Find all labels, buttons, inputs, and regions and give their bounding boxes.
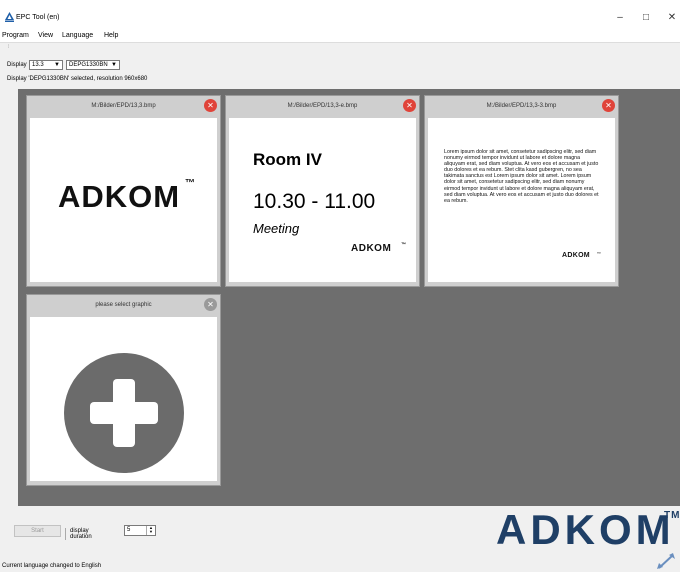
trademark-mark: ™ <box>185 178 196 189</box>
maximize-button[interactable]: □ <box>638 11 654 25</box>
toolbar-grip-icon[interactable]: ⁞ <box>8 44 9 50</box>
resize-grip-icon[interactable] <box>655 552 677 570</box>
duration-label: display duration <box>65 528 92 540</box>
display-status-text: Display 'DEPG1330BN' selected, resolutio… <box>7 76 148 82</box>
tile-preview: Room IV 10.30 - 11.00 Meeting ADKOM ™ <box>229 118 416 282</box>
tile-preview <box>30 317 217 481</box>
adkom-logo: ADKOM <box>58 179 181 214</box>
menu-bar: Program View Language Help <box>0 32 680 43</box>
menu-view[interactable]: View <box>38 32 53 39</box>
display-size-select[interactable]: 13.3 ▼ <box>29 60 63 70</box>
menu-language[interactable]: Language <box>62 32 93 39</box>
tile-path: M:/Bilder/EPD/13,3-3.bmp <box>486 103 557 109</box>
display-size-value: 13.3 <box>32 62 44 68</box>
status-message: Current language changed to English <box>2 563 102 569</box>
lorem-text: Lorem ipsum dolor sit amet, consetetur s… <box>444 149 599 204</box>
select-graphic-tile[interactable]: please select graphic ✕ <box>26 294 221 486</box>
remove-tile-icon[interactable]: ✕ <box>403 99 416 112</box>
start-button[interactable]: Start <box>14 525 61 537</box>
tile-preview: ADKOM ™ <box>30 118 217 282</box>
graphic-tile[interactable]: M:/Bilder/EPD/13,3-e.bmp ✕ Room IV 10.30… <box>225 95 420 287</box>
display-model-select[interactable]: DEPG1330BN ▼ <box>66 60 120 70</box>
trademark-mark: ™ <box>401 242 407 248</box>
room-name: Room IV <box>253 150 322 169</box>
room-subject: Meeting <box>253 221 300 236</box>
remove-tile-icon[interactable]: ✕ <box>204 99 217 112</box>
close-window-button[interactable]: ✕ <box>664 11 680 25</box>
trademark-mark: ™ <box>597 251 602 256</box>
preview-image: Room IV 10.30 - 11.00 Meeting ADKOM ™ <box>229 118 416 265</box>
tile-placeholder-label: please select graphic <box>95 302 152 308</box>
tile-preview: Lorem ipsum dolor sit amet, consetetur s… <box>428 118 615 282</box>
stepper-arrows-icon[interactable]: ▲ ▼ <box>146 526 155 535</box>
duration-value: 5 <box>127 527 131 533</box>
room-time: 10.30 - 11.00 <box>253 190 376 213</box>
adkom-logo-text: ADKOM <box>496 506 675 553</box>
minimize-button[interactable]: – <box>612 11 628 25</box>
menu-program[interactable]: Program <box>2 32 29 39</box>
preview-image: ADKOM ™ <box>38 142 208 234</box>
preview-image: Lorem ipsum dolor sit amet, consetetur s… <box>436 144 606 266</box>
trademark-mark: TM <box>664 510 680 521</box>
display-label: Display <box>7 62 27 68</box>
display-model-value: DEPG1330BN <box>69 62 108 68</box>
title-bar: EPC Tool (en) – □ ✕ <box>0 0 680 32</box>
duration-stepper[interactable]: 5 ▲ ▼ <box>124 525 156 536</box>
graphic-tile[interactable]: M:/Bilder/EPD/13,3.bmp ✕ ADKOM ™ <box>26 95 221 287</box>
chevron-down-icon: ▼ <box>111 62 117 68</box>
adkom-logo: ADKOM <box>562 252 590 259</box>
add-graphic-icon[interactable] <box>64 353 184 473</box>
menu-help[interactable]: Help <box>104 32 118 39</box>
remove-tile-icon[interactable]: ✕ <box>602 99 615 112</box>
status-bar: Current language changed to English <box>0 562 680 572</box>
app-icon <box>5 12 14 22</box>
adkom-logo: ADKOM <box>351 243 392 254</box>
tile-path: M:/Bilder/EPD/13,3.bmp <box>91 103 156 109</box>
graphics-work-area: M:/Bilder/EPD/13,3.bmp ✕ ADKOM ™ M:/Bild… <box>18 89 680 506</box>
remove-tile-icon[interactable]: ✕ <box>204 298 217 311</box>
graphic-tile[interactable]: M:/Bilder/EPD/13,3-3.bmp ✕ Lorem ipsum d… <box>424 95 619 287</box>
plus-icon-vertical <box>113 379 135 447</box>
chevron-down-icon: ▼ <box>54 62 60 68</box>
window-title: EPC Tool (en) <box>16 14 60 21</box>
tile-path: M:/Bilder/EPD/13,3-e.bmp <box>287 103 358 109</box>
adkom-brand-logo: ADKOM TM <box>496 506 680 553</box>
